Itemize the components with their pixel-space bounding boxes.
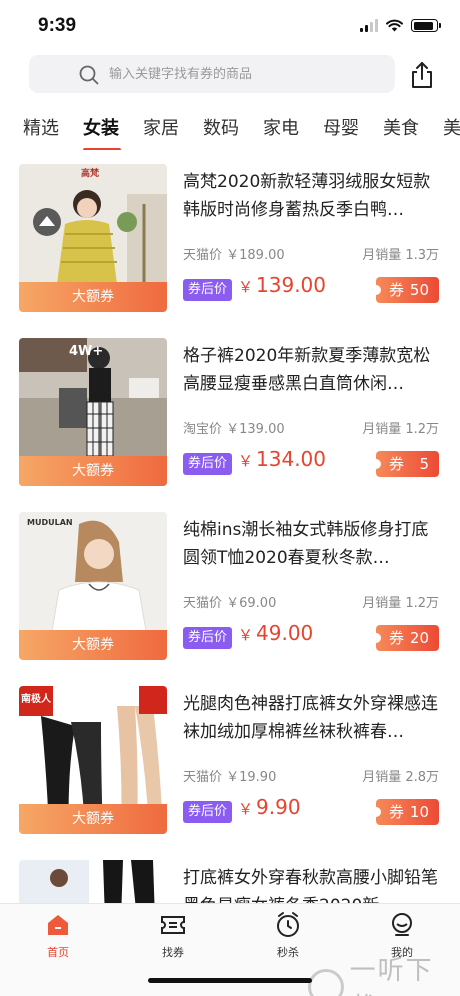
active-tab-indicator [83,148,121,150]
product-card[interactable]: 南极人 大额券 光腿肉色神器打底裤女外穿裸感连袜加绒加厚棉裤丝袜秋裤春… 天猫价… [0,686,460,836]
search-row [0,52,460,98]
coupon-button[interactable]: 券 50 [371,277,439,303]
coupon-icon [161,916,185,934]
platform-price: 天猫价 ￥19.90 [183,770,277,785]
big-coupon-badge: 大额券 [19,804,167,834]
coupon-value: 20 [409,629,429,647]
coupon-value: 50 [409,281,429,299]
product-image[interactable]: 4W+ 大额券 [19,338,167,486]
product-card[interactable]: 高梵 大额券 高梵2020新款轻薄羽绒服女短款韩版时尚修身蓄热反季白鸭… 天猫价… [0,164,460,314]
coupon-value: 10 [409,803,429,821]
final-price: ￥ 49.00 [238,621,314,645]
alarm-clock-icon [277,912,299,937]
coupon-label: 券 [389,629,405,647]
product-title[interactable]: 纯棉ins潮长袖女式韩版修身打底圆领T恤2020春夏秋冬款… [183,516,445,572]
platform-price: 天猫价 ￥69.00 [183,596,277,611]
home-icon [48,915,68,935]
tab-meishi[interactable]: 美食 [383,114,419,140]
monthly-sales: 月销量 1.2万 [362,596,439,611]
tab-nvzhuang[interactable]: 女装 [83,114,119,140]
tab-muying[interactable]: 母婴 [323,114,359,140]
big-coupon-badge: 大额券 [19,630,167,660]
tab-shuma[interactable]: 数码 [203,114,239,140]
final-price-value: 139.00 [256,273,326,297]
coupon-button[interactable]: 券 10 [371,799,439,825]
search-input[interactable] [109,55,379,93]
product-title[interactable]: 格子裤2020年新款夏季薄款宽松高腰显瘦垂感黑白直筒休闲… [183,342,445,398]
price-row: 淘宝价 ￥139.00 月销量 1.2万 [183,418,439,437]
product-card[interactable]: MUDULAN 大额券 纯棉ins潮长袖女式韩版修身打底圆领T恤2020春夏秋冬… [0,512,460,662]
final-price-value: 9.90 [256,795,301,819]
after-coupon-label: 券后价 [183,453,233,475]
tabbar-label: 找券 [162,946,184,959]
after-coupon-label: 券后价 [183,279,233,301]
final-price: ￥ 134.00 [238,447,326,471]
image-brand-text: 高梵 [81,169,100,179]
after-coupon-label: 券后价 [183,627,233,649]
image-brand-text: MUDULAN [27,518,73,527]
tab-jingxuan[interactable]: 精选 [23,114,59,140]
monthly-sales: 月销量 1.2万 [362,422,439,437]
product-image[interactable]: 高梵 大额券 [19,164,167,312]
watermark-text: 一听下载 [349,956,434,996]
watermark-logo-icon [308,969,344,996]
price-row: 天猫价 ￥19.90 月销量 2.8万 [183,766,439,785]
tabbar-coupon[interactable]: 找券 [143,910,203,960]
product-title[interactable]: 光腿肉色神器打底裤女外穿裸感连袜加绒加厚棉裤丝袜秋裤春… [183,690,445,746]
user-icon [392,913,412,936]
watermark: 一听下载 [308,950,460,996]
battery-icon [411,19,441,32]
tab-mei[interactable]: 美 [443,114,460,140]
category-tabs: 精选 女装 家居 数码 家电 母婴 美食 美 [0,106,460,150]
final-price-value: 49.00 [256,621,314,645]
coupon-value: 5 [419,455,429,473]
status-icons [360,19,441,32]
big-coupon-badge: 大额券 [19,456,167,486]
cellular-signal-icon [360,19,378,32]
after-coupon-label: 券后价 [183,801,233,823]
search-box[interactable] [29,55,395,93]
platform-price: 淘宝价 ￥139.00 [183,422,285,437]
product-card[interactable]: 4W+ 大额券 格子裤2020年新款夏季薄款宽松高腰显瘦垂感黑白直筒休闲… 淘宝… [0,338,460,488]
monthly-sales: 月销量 2.8万 [362,770,439,785]
home-indicator [148,978,312,983]
product-image[interactable]: MUDULAN 大额券 [19,512,167,660]
search-icon [79,65,99,85]
final-price: ￥ 9.90 [238,795,301,819]
wifi-icon [386,19,403,32]
final-price-value: 134.00 [256,447,326,471]
share-icon[interactable] [407,60,437,90]
final-price: ￥ 139.00 [238,273,326,297]
monthly-sales: 月销量 1.3万 [362,248,439,263]
coupon-label: 券 [389,455,405,473]
tabbar-label: 首页 [47,946,69,959]
status-bar: 9:39 [0,0,460,52]
tabbar-home[interactable]: 首页 [28,910,88,960]
coupon-button[interactable]: 券 5 [371,451,439,477]
coupon-label: 券 [389,281,405,299]
product-image[interactable]: 南极人 大额券 [19,686,167,834]
coupon-button[interactable]: 券 20 [371,625,439,651]
price-row: 天猫价 ￥189.00 月销量 1.3万 [183,244,439,263]
image-brand-text: 南极人 [21,694,51,705]
image-brand-text: 4W+ [69,344,104,359]
status-time: 9:39 [38,15,77,36]
platform-price: 天猫价 ￥189.00 [183,248,285,263]
product-title[interactable]: 高梵2020新款轻薄羽绒服女短款韩版时尚修身蓄热反季白鸭… [183,168,445,224]
price-row: 天猫价 ￥69.00 月销量 1.2万 [183,592,439,611]
big-coupon-badge: 大额券 [19,282,167,312]
tab-jiaju[interactable]: 家居 [143,114,179,140]
tab-jiadian[interactable]: 家电 [263,114,299,140]
coupon-label: 券 [389,803,405,821]
